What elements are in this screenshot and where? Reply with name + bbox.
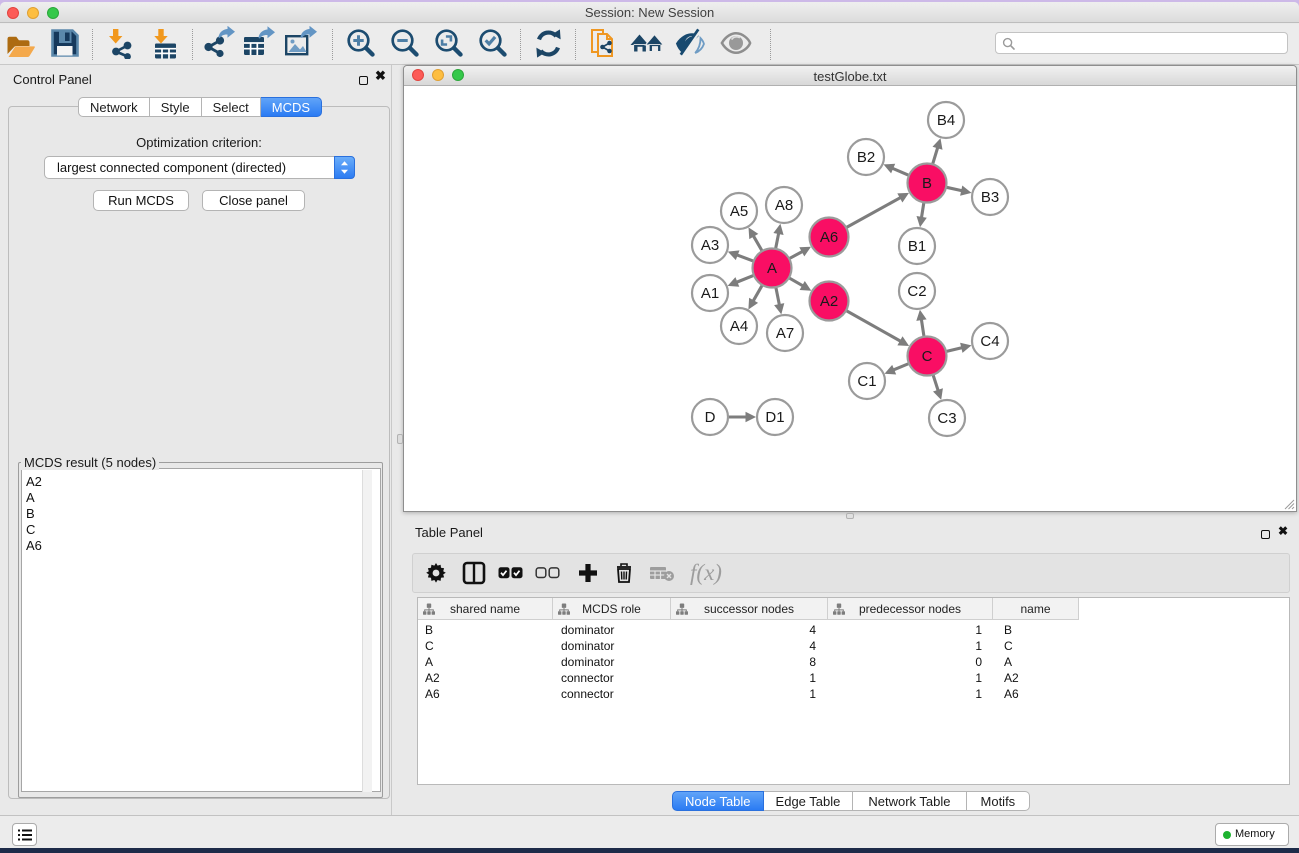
svg-text:C4: C4 [980,333,999,350]
svg-text:B4: B4 [937,112,955,129]
svg-text:A3: A3 [701,237,719,254]
svg-text:B3: B3 [981,189,999,206]
svg-text:C3: C3 [937,410,956,427]
svg-text:C: C [922,348,933,365]
svg-text:A7: A7 [776,325,794,342]
svg-text:A: A [767,260,777,277]
svg-text:B: B [922,175,932,192]
svg-text:D: D [705,409,716,426]
svg-text:B1: B1 [908,238,926,255]
svg-text:A8: A8 [775,197,793,214]
svg-text:A1: A1 [701,285,719,302]
svg-text:B2: B2 [857,149,875,166]
svg-text:A5: A5 [730,203,748,220]
svg-text:A2: A2 [820,293,838,310]
svg-text:D1: D1 [765,409,784,426]
svg-text:A6: A6 [820,229,838,246]
svg-text:A4: A4 [730,318,748,335]
svg-text:C2: C2 [907,283,926,300]
svg-text:C1: C1 [857,373,876,390]
